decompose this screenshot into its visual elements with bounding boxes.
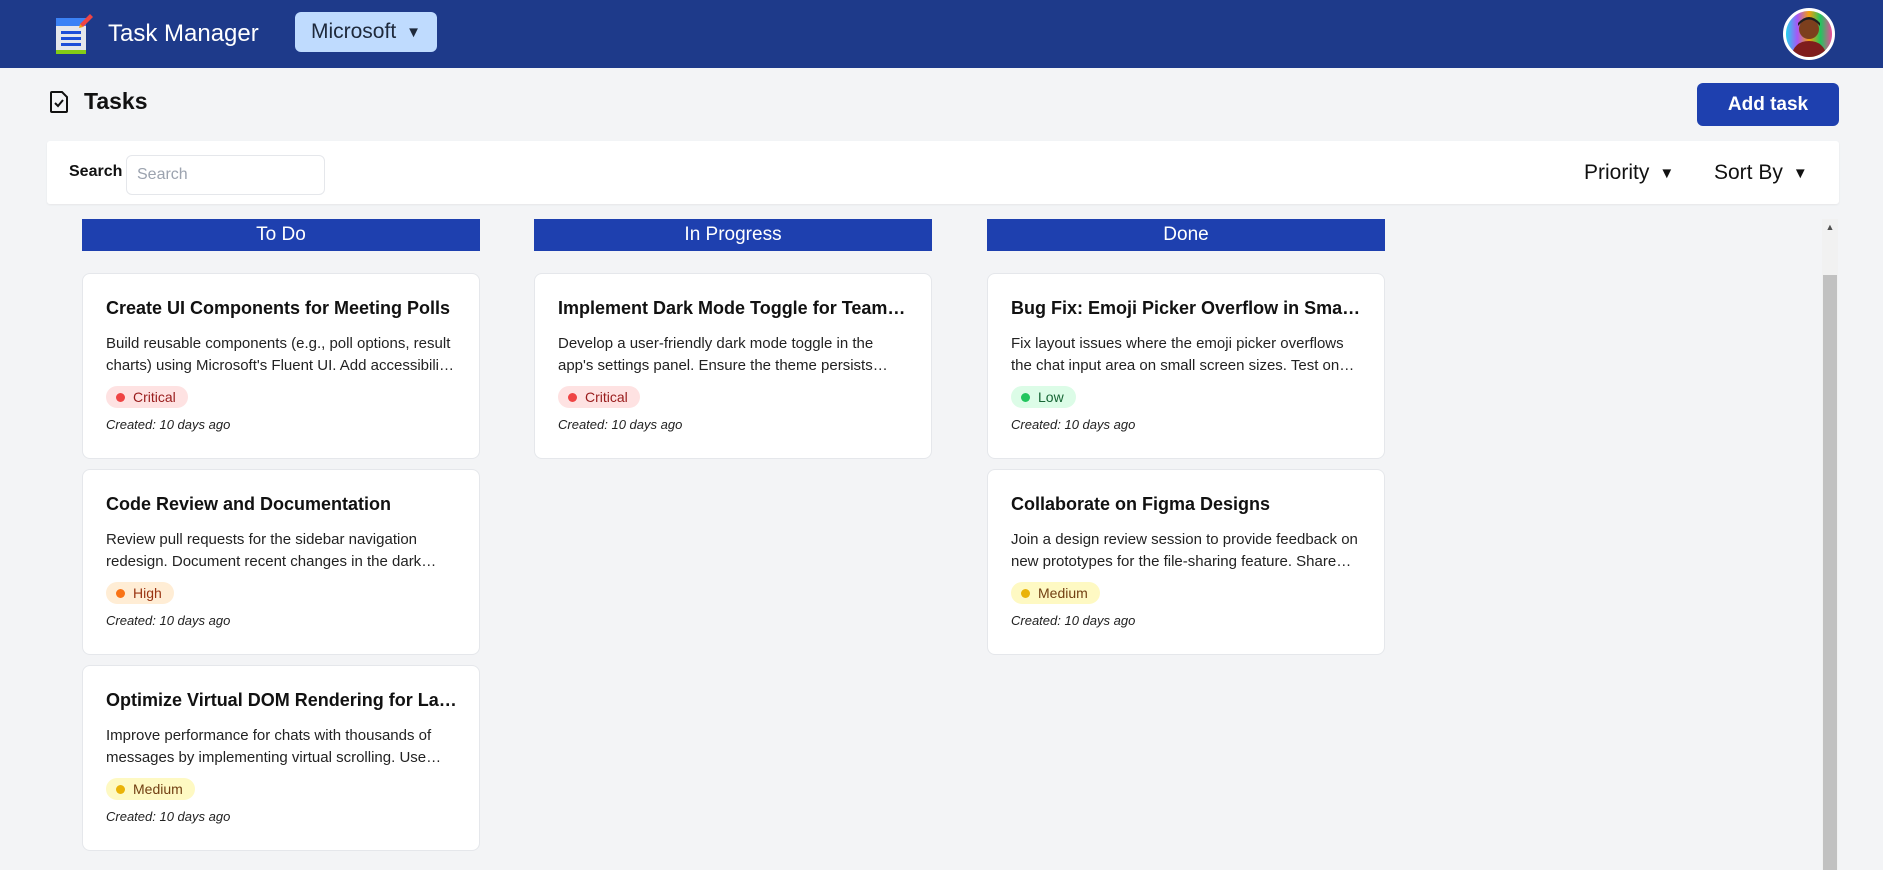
task-created: Created: 10 days ago xyxy=(106,613,231,628)
priority-badge-label: Critical xyxy=(133,389,176,405)
priority-badge-label: Low xyxy=(1038,389,1064,405)
caret-down-icon: ▼ xyxy=(1659,164,1675,182)
priority-badge-label: Medium xyxy=(1038,585,1088,601)
task-description: Review pull requests for the sidebar nav… xyxy=(106,531,422,570)
task-title: Create UI Components for Meeting Polls xyxy=(106,298,451,318)
task-card[interactable]: Code Review and Documentation Review pul… xyxy=(82,469,480,655)
task-title: Implement Dark Mode Toggle for Teams Set… xyxy=(558,298,909,318)
task-card[interactable]: Collaborate on Figma Designs Join a desi… xyxy=(987,469,1385,655)
scrollbar-thumb[interactable] xyxy=(1823,275,1837,870)
sort-by-dropdown-label: Sort By xyxy=(1714,161,1783,184)
task-created: Created: 10 days ago xyxy=(106,417,231,432)
task-card[interactable]: Bug Fix: Emoji Picker Overflow in Small … xyxy=(987,273,1385,459)
task-description: Improve performance for chats with thous… xyxy=(106,727,432,766)
task-title: Bug Fix: Emoji Picker Overflow in Small … xyxy=(1011,298,1362,318)
notepad-icon xyxy=(56,14,93,54)
task-description: Join a design review session to provide … xyxy=(1011,531,1358,570)
task-title: Collaborate on Figma Designs xyxy=(1011,494,1271,514)
priority-dot-icon xyxy=(116,588,125,598)
priority-dot-icon xyxy=(568,392,577,402)
task-card[interactable]: Optimize Virtual DOM Rendering for Large… xyxy=(82,665,480,851)
task-card[interactable]: Create UI Components for Meeting Polls B… xyxy=(82,273,480,459)
caret-down-icon: ▼ xyxy=(406,23,422,41)
caret-down-icon: ▼ xyxy=(1792,164,1808,182)
top-navigation-bar: Task Manager Microsoft ▼ xyxy=(0,0,1883,68)
task-created: Created: 10 days ago xyxy=(1011,417,1136,432)
search-label: Search xyxy=(69,163,123,180)
organization-selector-label: Microsoft xyxy=(310,20,397,43)
priority-dot-icon xyxy=(1021,392,1030,402)
clipboard-check-icon xyxy=(50,90,68,113)
task-created: Created: 10 days ago xyxy=(1011,613,1136,628)
column-header: Done xyxy=(987,219,1385,251)
organization-selector[interactable]: Microsoft ▼ xyxy=(295,12,437,52)
priority-badge-label: High xyxy=(133,585,162,601)
avatar-portrait-icon xyxy=(1791,17,1827,57)
task-created: Created: 10 days ago xyxy=(558,417,683,432)
priority-badge: Medium xyxy=(106,778,195,800)
task-description: Build reusable components (e.g., poll op… xyxy=(106,335,451,374)
task-title: Code Review and Documentation xyxy=(106,494,392,514)
page-title: Tasks xyxy=(84,88,148,114)
priority-dropdown-label: Priority xyxy=(1584,161,1650,184)
scroll-up-arrow-icon[interactable]: ▲ xyxy=(1822,219,1838,235)
priority-badge: Critical xyxy=(106,386,188,408)
task-description: Fix layout issues where the emoji picker… xyxy=(1011,335,1344,374)
priority-badge: High xyxy=(106,582,174,604)
column-header: To Do xyxy=(82,219,480,251)
search-input[interactable] xyxy=(126,155,325,195)
priority-badge: Critical xyxy=(558,386,640,408)
page-header: Tasks xyxy=(48,88,148,115)
task-title: Optimize Virtual DOM Rendering for Large… xyxy=(106,690,457,710)
filter-bar: Search Priority ▼ Sort By ▼ xyxy=(47,141,1839,204)
board-scrollbar[interactable]: ▲ xyxy=(1822,219,1838,870)
task-card[interactable]: Implement Dark Mode Toggle for Teams Set… xyxy=(534,273,932,459)
priority-badge: Low xyxy=(1011,386,1076,408)
app-title: Task Manager xyxy=(108,20,259,47)
column-header: In Progress xyxy=(534,219,932,251)
priority-dot-icon xyxy=(116,784,125,794)
column-done: Done Bug Fix: Emoji Picker Overflow in S… xyxy=(987,219,1385,655)
task-description: Develop a user-friendly dark mode toggle… xyxy=(558,335,874,374)
priority-badge-label: Critical xyxy=(585,389,628,405)
priority-dot-icon xyxy=(116,392,125,402)
column-in-progress: In Progress Implement Dark Mode Toggle f… xyxy=(534,219,932,459)
add-task-button[interactable]: Add task xyxy=(1697,83,1839,126)
column-to-do: To Do Create UI Components for Meeting P… xyxy=(82,219,480,851)
task-created: Created: 10 days ago xyxy=(106,809,231,824)
priority-dropdown[interactable]: Priority ▼ xyxy=(1584,161,1674,185)
user-avatar[interactable] xyxy=(1783,8,1835,60)
sort-by-dropdown[interactable]: Sort By ▼ xyxy=(1714,161,1808,185)
priority-badge-label: Medium xyxy=(133,781,183,797)
priority-badge: Medium xyxy=(1011,582,1100,604)
priority-dot-icon xyxy=(1021,588,1030,598)
